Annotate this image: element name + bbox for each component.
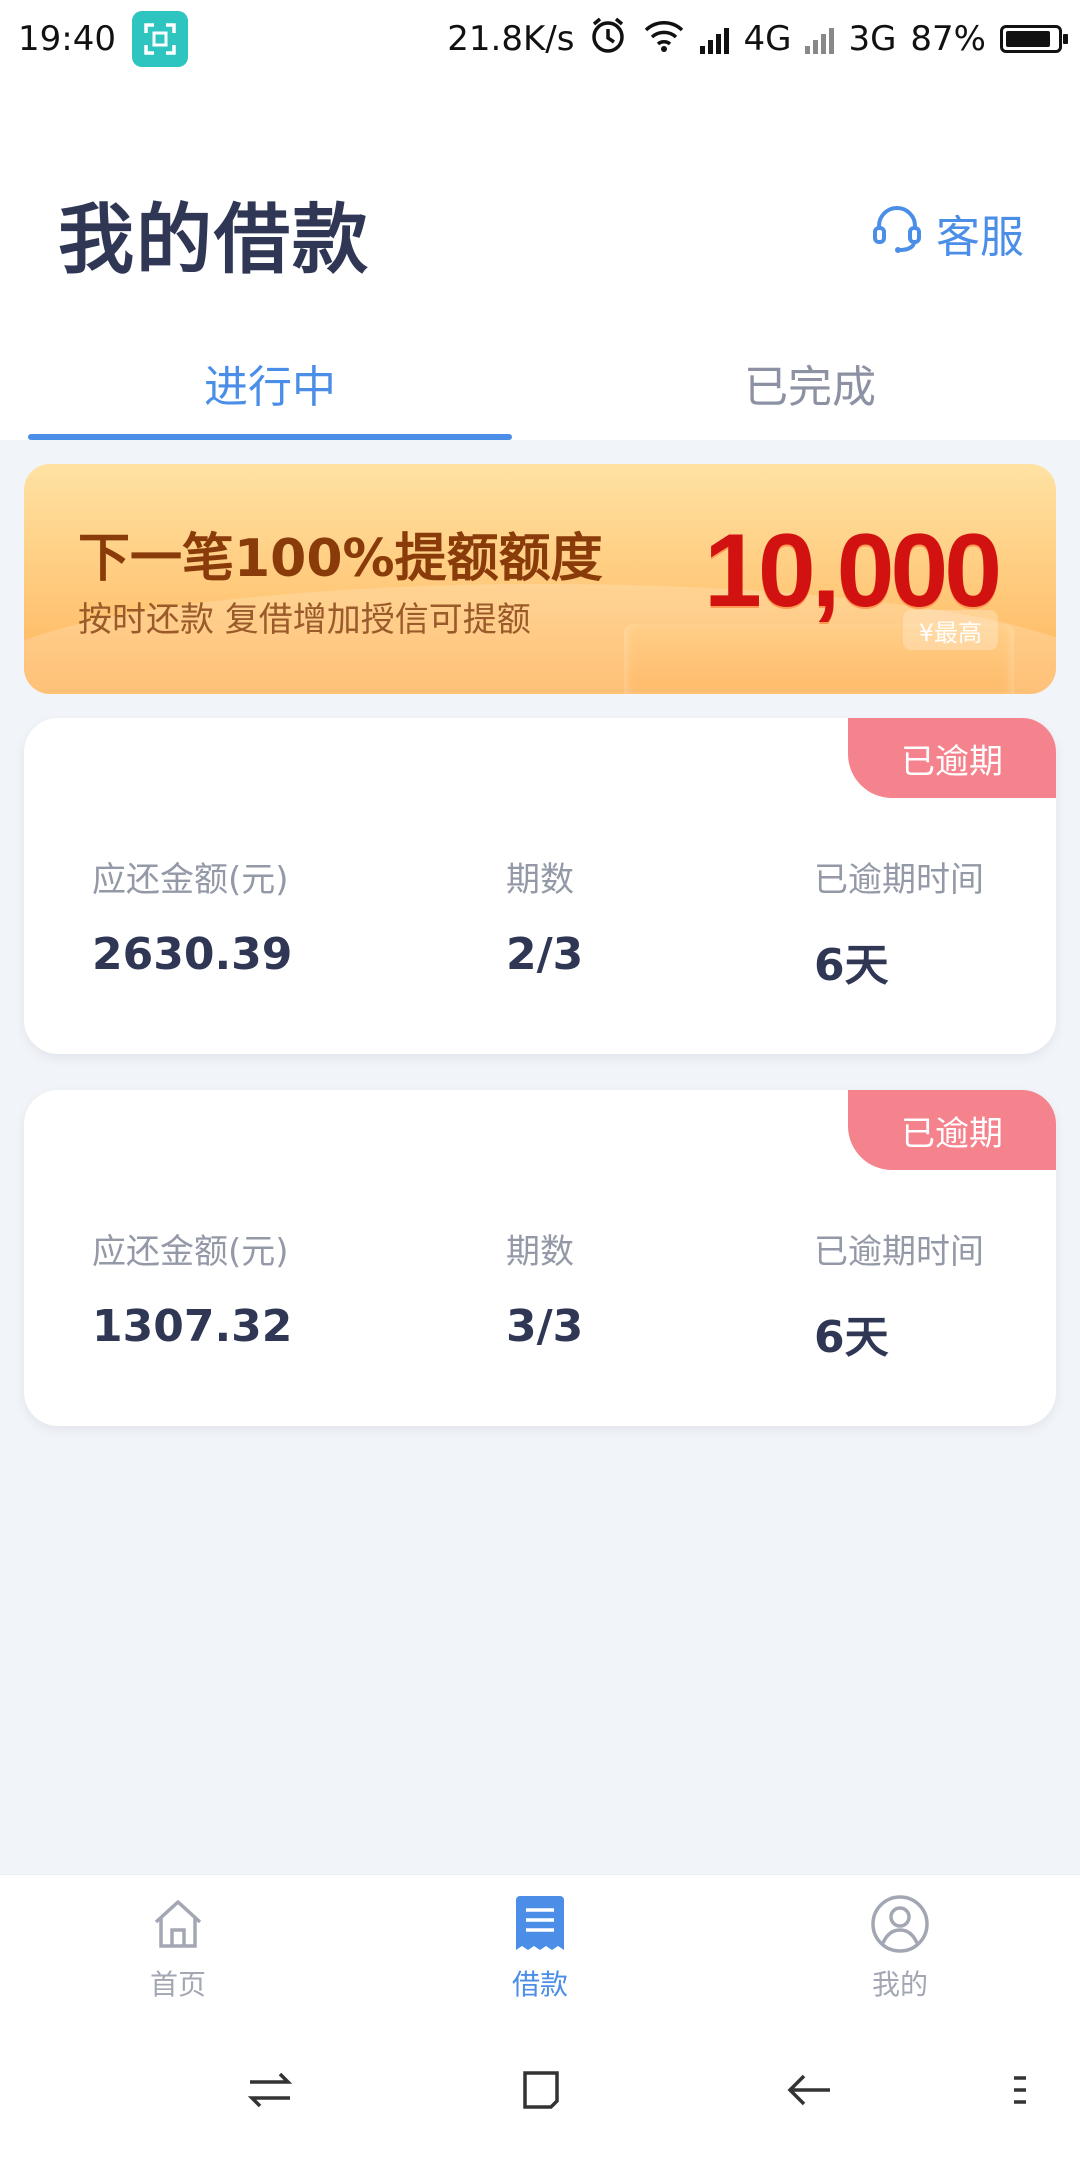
banner-max-label: ¥最高 bbox=[902, 610, 998, 650]
credit-limit-banner[interactable]: 下一笔100%提额额度 按时还款 复借增加授信可提额 10,000 ¥最高 bbox=[24, 464, 1056, 694]
signal-icon-2 bbox=[805, 24, 835, 54]
nav-profile-label: 我的 bbox=[871, 1968, 928, 2001]
overdue-badge: 已逾期 bbox=[848, 718, 1056, 798]
nav-loan[interactable]: 借款 bbox=[440, 1893, 640, 2003]
battery-percent: 87% bbox=[910, 19, 986, 59]
amount-value: 1307.32 bbox=[92, 1301, 293, 1352]
period-column: 期数 3/3 bbox=[506, 1224, 583, 1352]
customer-service-label: 客服 bbox=[936, 211, 1024, 263]
active-tab-indicator bbox=[28, 434, 512, 440]
amount-column: 应还金额(元) 2630.39 bbox=[92, 852, 292, 980]
overdue-column: 已逾期时间 6天 bbox=[814, 1224, 984, 1365]
square-icon bbox=[517, 2067, 563, 2117]
status-bar: 19:40 21.8K/s 4G 3G 87% bbox=[0, 0, 1080, 78]
amount-column: 应还金额(元) 1307.32 bbox=[92, 1224, 292, 1352]
tab-completed[interactable]: 已完成 bbox=[540, 326, 1080, 440]
home-button[interactable] bbox=[510, 2062, 570, 2122]
signal-icon bbox=[700, 24, 730, 54]
net-speed: 21.8K/s bbox=[447, 19, 575, 59]
headset-icon bbox=[870, 200, 924, 265]
loan-card[interactable]: 已逾期 应还金额(元) 1307.32 期数 3/3 已逾期时间 6天 bbox=[24, 1090, 1056, 1426]
amount-value: 2630.39 bbox=[92, 929, 293, 980]
banner-subtext: 按时还款 复借增加授信可提额 bbox=[78, 600, 531, 640]
page-title: 我的借款 bbox=[58, 195, 370, 284]
switch-icon bbox=[246, 2068, 294, 2116]
amount-label: 应还金额(元) bbox=[92, 1232, 289, 1272]
overdue-label: 已逾期时间 bbox=[814, 860, 984, 900]
switch-apps-button[interactable] bbox=[240, 2062, 300, 2122]
nav-profile[interactable]: 我的 bbox=[800, 1893, 1000, 2003]
overdue-column: 已逾期时间 6天 bbox=[814, 852, 984, 993]
period-value: 3/3 bbox=[506, 1301, 584, 1352]
menu-icon bbox=[1010, 2072, 1030, 2112]
screenshot-icon bbox=[131, 11, 188, 67]
nav-loan-label: 借款 bbox=[511, 1968, 568, 2001]
alarm-icon bbox=[588, 15, 628, 64]
overdue-label: 已逾期时间 bbox=[814, 1232, 984, 1272]
system-nav-bar bbox=[0, 2022, 1080, 2160]
status-time: 19:40 bbox=[18, 19, 116, 59]
loan-card[interactable]: 已逾期 应还金额(元) 2630.39 期数 2/3 已逾期时间 6天 bbox=[24, 718, 1056, 1054]
nav-home[interactable]: 首页 bbox=[78, 1893, 278, 2003]
overdue-value: 6天 bbox=[814, 940, 889, 991]
back-arrow-icon bbox=[786, 2068, 834, 2116]
tab-in-progress[interactable]: 进行中 bbox=[0, 326, 540, 440]
page-header: 我的借款 客服 进行中 已完成 bbox=[0, 78, 1080, 440]
network-type-2: 3G bbox=[848, 19, 897, 59]
menu-button[interactable] bbox=[990, 2062, 1050, 2122]
banner-headline: 下一笔100%提额额度 bbox=[78, 529, 603, 589]
overdue-badge: 已逾期 bbox=[848, 1090, 1056, 1170]
back-button[interactable] bbox=[780, 2062, 840, 2122]
period-column: 期数 2/3 bbox=[506, 852, 583, 980]
customer-service-button[interactable]: 客服 bbox=[870, 200, 1024, 265]
overdue-value: 6天 bbox=[814, 1312, 889, 1363]
battery-icon bbox=[1000, 25, 1068, 53]
period-label: 期数 bbox=[506, 860, 574, 900]
period-value: 2/3 bbox=[506, 929, 584, 980]
amount-label: 应还金额(元) bbox=[92, 860, 289, 900]
bottom-nav: 首页 借款 我的 bbox=[0, 1874, 1080, 2023]
home-icon bbox=[147, 1893, 209, 1955]
period-label: 期数 bbox=[506, 1232, 574, 1272]
wifi-icon bbox=[642, 18, 686, 61]
loan-status-tabs: 进行中 已完成 bbox=[0, 326, 1080, 440]
profile-icon bbox=[869, 1893, 931, 1955]
loan-document-icon bbox=[509, 1893, 571, 1955]
network-type-1: 4G bbox=[743, 19, 792, 59]
nav-home-label: 首页 bbox=[149, 1968, 206, 2001]
